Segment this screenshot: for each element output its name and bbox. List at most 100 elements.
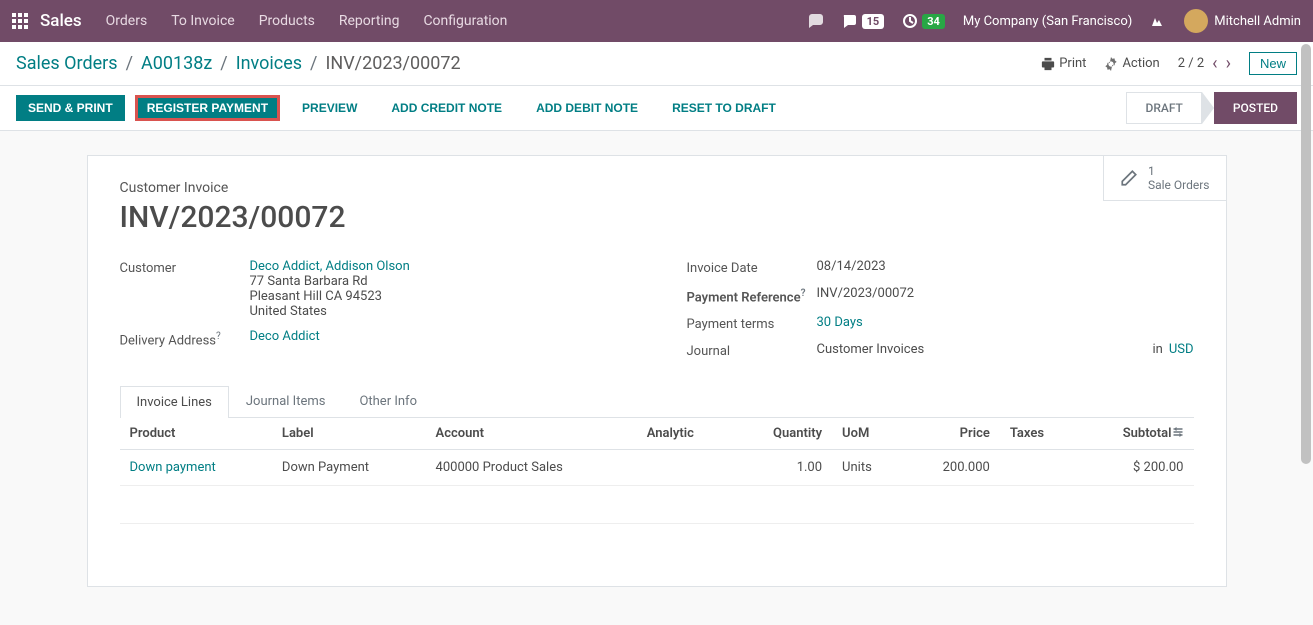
status-posted[interactable]: POSTED: [1214, 92, 1297, 124]
cell-analytic: [637, 450, 733, 486]
breadcrumb-order[interactable]: A00138z: [141, 53, 212, 74]
form-col-right: Invoice Date 08/14/2023 Payment Referenc…: [687, 259, 1194, 369]
currency-link[interactable]: USD: [1169, 342, 1194, 357]
journal-value: Customer Invoices in USD: [817, 342, 1194, 357]
tab-invoice-lines[interactable]: Invoice Lines: [120, 386, 229, 418]
breadcrumb-invoices[interactable]: Invoices: [236, 53, 302, 74]
new-button[interactable]: New: [1249, 52, 1297, 75]
payment-terms-label: Payment terms: [687, 315, 817, 332]
delivery-value[interactable]: Deco Addict: [250, 329, 320, 344]
customer-addr1: 77 Santa Barbara Rd: [250, 274, 368, 289]
avatar: [1184, 9, 1208, 33]
pager: 2 / 2 ‹ ›: [1178, 55, 1231, 73]
cell-label: Down Payment: [272, 450, 426, 486]
send-print-button[interactable]: SEND & PRINT: [16, 95, 125, 121]
action-buttons: SEND & PRINT REGISTER PAYMENT PREVIEW AD…: [16, 95, 788, 121]
pager-prev[interactable]: ‹: [1212, 55, 1217, 73]
action-bar: SEND & PRINT REGISTER PAYMENT PREVIEW AD…: [0, 86, 1313, 131]
customer-link[interactable]: Deco Addict, Addison Olson: [250, 259, 410, 274]
form-col-left: Customer Deco Addict, Addison Olson 77 S…: [120, 259, 627, 369]
payment-ref-label: Payment Reference?: [687, 286, 817, 305]
tab-journal-items[interactable]: Journal Items: [229, 385, 343, 417]
pager-next[interactable]: ›: [1226, 55, 1231, 73]
customer-value: Deco Addict, Addison Olson 77 Santa Barb…: [250, 259, 627, 319]
stat-label: Sale Orders: [1148, 178, 1210, 192]
status-arrow: [1202, 92, 1214, 124]
help-icon[interactable]: ?: [801, 288, 806, 299]
th-taxes[interactable]: Taxes: [1000, 418, 1078, 450]
th-price[interactable]: Price: [903, 418, 999, 450]
stat-count: 1: [1148, 164, 1210, 178]
action-button[interactable]: Action: [1104, 56, 1159, 71]
menu-to-invoice[interactable]: To Invoice: [171, 13, 235, 29]
th-analytic[interactable]: Analytic: [637, 418, 733, 450]
journal-label: Journal: [687, 342, 817, 359]
tabs: Invoice Lines Journal Items Other Info: [120, 385, 1194, 418]
menu-orders[interactable]: Orders: [106, 13, 148, 29]
cell-product[interactable]: Down payment: [130, 460, 216, 475]
pencil-icon: [1120, 169, 1138, 187]
form-columns: Customer Deco Addict, Addison Olson 77 S…: [120, 259, 1194, 369]
th-product[interactable]: Product: [120, 418, 272, 450]
control-panel-right: Print Action 2 / 2 ‹ › New: [1041, 52, 1297, 75]
status-draft[interactable]: DRAFT: [1126, 92, 1201, 124]
payment-terms-value[interactable]: 30 Days: [817, 315, 863, 330]
table-row-empty[interactable]: [120, 486, 1194, 524]
activity-icon[interactable]: 34: [902, 13, 945, 29]
help-icon[interactable]: ?: [216, 331, 221, 342]
th-quantity[interactable]: Quantity: [733, 418, 832, 450]
register-payment-button[interactable]: REGISTER PAYMENT: [135, 95, 280, 121]
brand-title[interactable]: Sales: [40, 11, 82, 31]
th-subtotal[interactable]: Subtotal: [1078, 418, 1194, 450]
breadcrumb: Sales Orders / A00138z / Invoices / INV/…: [16, 53, 461, 74]
user-menu[interactable]: Mitchell Admin: [1184, 9, 1301, 33]
th-account[interactable]: Account: [426, 418, 637, 450]
cell-uom: Units: [832, 450, 903, 486]
menu-reporting[interactable]: Reporting: [339, 13, 400, 29]
company-switcher[interactable]: My Company (San Francisco): [963, 14, 1132, 29]
apps-icon[interactable]: [12, 13, 28, 29]
topbar: Sales Orders To Invoice Products Reporti…: [0, 0, 1313, 42]
messages-icon[interactable]: [808, 13, 824, 29]
menu-products[interactable]: Products: [259, 13, 315, 29]
print-button[interactable]: Print: [1041, 56, 1086, 71]
content-area: 1 Sale Orders Customer Invoice INV/2023/…: [0, 131, 1313, 620]
customer-addr2: Pleasant Hill CA 94523: [250, 289, 382, 304]
table-row-empty[interactable]: [120, 524, 1194, 562]
cell-subtotal: $ 200.00: [1078, 450, 1194, 486]
columns-settings-icon[interactable]: [1172, 426, 1184, 438]
add-debit-note-button[interactable]: ADD DEBIT NOTE: [524, 95, 650, 121]
customer-label: Customer: [120, 259, 250, 276]
debug-icon[interactable]: [1150, 13, 1166, 29]
invoice-date-value: 08/14/2023: [817, 259, 1194, 274]
reset-to-draft-button[interactable]: RESET TO DRAFT: [660, 95, 788, 121]
add-credit-note-button[interactable]: ADD CREDIT NOTE: [379, 95, 514, 121]
table-row[interactable]: Down payment Down Payment 400000 Product…: [120, 450, 1194, 486]
sale-orders-stat-button[interactable]: 1 Sale Orders: [1103, 156, 1226, 201]
nav-menu: Orders To Invoice Products Reporting Con…: [106, 13, 808, 29]
invoice-date-label: Invoice Date: [687, 259, 817, 276]
print-icon: [1041, 57, 1055, 71]
gear-icon: [1104, 57, 1118, 71]
delivery-label: Delivery Address?: [120, 329, 250, 348]
scrollbar[interactable]: [1301, 44, 1311, 464]
cell-account: 400000 Product Sales: [426, 450, 637, 486]
discuss-icon[interactable]: 15: [842, 13, 885, 29]
th-label[interactable]: Label: [272, 418, 426, 450]
form-sheet: 1 Sale Orders Customer Invoice INV/2023/…: [87, 155, 1227, 587]
cell-price: 200.000: [903, 450, 999, 486]
activity-badge: 34: [922, 14, 945, 29]
topbar-right: 15 34 My Company (San Francisco) Mitchel…: [808, 9, 1301, 33]
tab-other-info[interactable]: Other Info: [342, 385, 434, 417]
breadcrumb-sales-orders[interactable]: Sales Orders: [16, 53, 118, 74]
menu-configuration[interactable]: Configuration: [423, 13, 507, 29]
pager-text: 2 / 2: [1178, 56, 1204, 71]
control-panel: Sales Orders / A00138z / Invoices / INV/…: [0, 42, 1313, 86]
sheet-title-label: Customer Invoice: [120, 180, 1194, 196]
chat-badge: 15: [862, 14, 885, 29]
invoice-lines-table: Product Label Account Analytic Quantity …: [120, 418, 1194, 562]
th-uom[interactable]: UoM: [832, 418, 903, 450]
preview-button[interactable]: PREVIEW: [290, 95, 369, 121]
status-bar: DRAFT POSTED: [1126, 92, 1297, 124]
customer-addr3: United States: [250, 304, 327, 319]
